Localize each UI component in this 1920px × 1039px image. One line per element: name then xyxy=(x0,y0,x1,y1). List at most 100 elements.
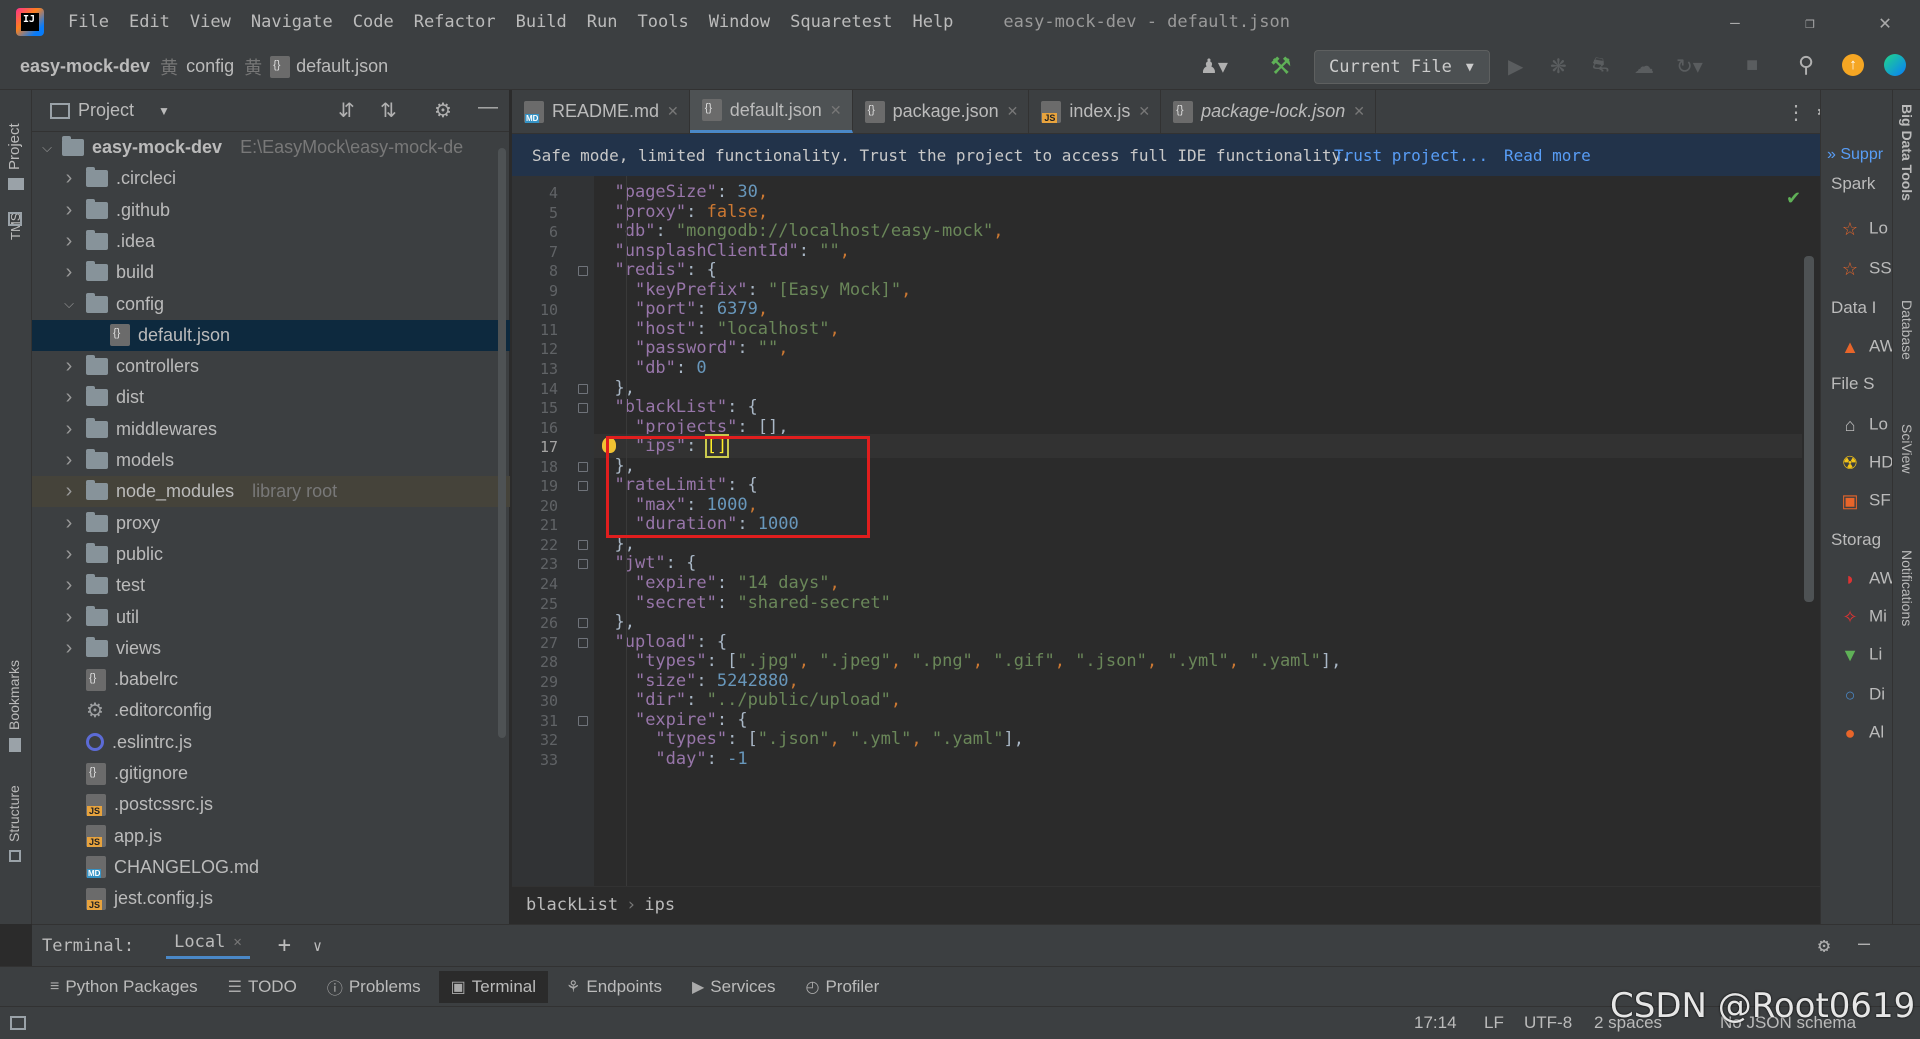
debug-icon[interactable]: ❋ xyxy=(1550,54,1567,79)
chevron-right-icon[interactable]: › xyxy=(62,167,76,190)
breadcrumb-ips[interactable]: ips xyxy=(644,895,675,915)
close-icon[interactable]: ✕ xyxy=(1850,0,1920,44)
notifications-button[interactable]: Notifications xyxy=(1899,550,1915,626)
chevron-right-icon[interactable]: › xyxy=(62,449,76,472)
tree-item-public[interactable]: › public xyxy=(32,539,510,570)
tool-window-problems[interactable]: ⓘ Problems xyxy=(327,975,421,999)
close-icon[interactable]: ✕ xyxy=(830,102,842,119)
collapse-all-icon[interactable]: ⇅ xyxy=(380,98,397,123)
menu-build[interactable]: Build xyxy=(516,12,567,32)
hide-panel-icon[interactable]: — xyxy=(1858,931,1870,955)
coverage-icon[interactable]: ⛐ xyxy=(1592,54,1609,79)
plus-icon[interactable]: + xyxy=(278,933,291,958)
menu-help[interactable]: Help xyxy=(912,12,953,32)
tool-window-python-packages[interactable]: ≡ Python Packages xyxy=(50,977,198,997)
chevron-right-icon[interactable]: › xyxy=(62,480,76,503)
expand-all-icon[interactable]: ⇵ xyxy=(338,98,355,123)
tool-window-profiler[interactable]: ◴ Profiler xyxy=(805,977,879,997)
tree-root[interactable]: ⌵ easy-mock-dev E:\EasyMock\easy-mock-de xyxy=(32,132,510,163)
minimize-icon[interactable]: — xyxy=(1700,0,1770,44)
close-icon[interactable]: ✕ xyxy=(1138,103,1150,120)
breadcrumb-project[interactable]: easy-mock-dev xyxy=(20,56,150,77)
breadcrumb-file[interactable]: default.json xyxy=(296,56,388,77)
tab-package-json[interactable]: package.json ✕ xyxy=(853,90,1030,133)
tree-item-proxy[interactable]: › proxy xyxy=(32,508,510,539)
tree-item-idea[interactable]: › .idea xyxy=(32,226,510,257)
tool-window-todo[interactable]: ☰ TODO xyxy=(228,977,297,997)
tree-item-models[interactable]: › models xyxy=(32,445,510,476)
more-run-icon[interactable]: ↻▾ xyxy=(1676,54,1703,79)
tree-item-dist[interactable]: › dist xyxy=(32,382,510,413)
search-icon[interactable]: ⚲ xyxy=(1798,52,1814,78)
tree-item-changelog[interactable]: CHANGELOG.md xyxy=(32,852,510,883)
database-button[interactable]: Database xyxy=(1899,300,1915,360)
terminal-tab-local[interactable]: Local ✕ xyxy=(166,932,250,959)
structure-tool-button[interactable]: Structure xyxy=(6,785,22,842)
chevron-right-icon[interactable]: › xyxy=(62,261,76,284)
big-data-item[interactable]: ● Al xyxy=(1839,722,1885,744)
chevron-down-icon[interactable]: ∨ xyxy=(313,937,322,955)
fold-marker-icon[interactable] xyxy=(578,403,588,414)
tree-item-postcssrc[interactable]: .postcssrc.js xyxy=(32,789,510,820)
fold-marker-icon[interactable] xyxy=(578,461,588,472)
project-scrollbar[interactable] xyxy=(498,148,506,738)
tree-item-eslintrc[interactable]: .eslintrc.js xyxy=(32,727,510,758)
tool-window-terminal[interactable]: ▣ Terminal xyxy=(438,970,549,1003)
run-configuration-select[interactable]: Current File ▼ xyxy=(1314,50,1490,84)
big-data-item[interactable]: ☢ HD xyxy=(1839,452,1892,474)
tool-window-services[interactable]: ▶ Services xyxy=(692,977,776,997)
editor-scrollbar[interactable] xyxy=(1804,256,1814,602)
bookmarks-tool-button[interactable]: Bookmarks xyxy=(6,660,22,730)
chevron-down-icon[interactable]: ▼ xyxy=(158,104,170,118)
chevron-right-icon[interactable]: › xyxy=(62,386,76,409)
fold-marker-icon[interactable] xyxy=(578,637,588,648)
big-data-item[interactable]: Storag xyxy=(1831,530,1881,550)
close-icon[interactable]: ✕ xyxy=(1007,103,1019,120)
tree-item-jest-config[interactable]: jest.config.js xyxy=(32,883,510,914)
chevron-right-icon[interactable]: › xyxy=(62,574,76,597)
more-tabs-icon[interactable]: ⋮ xyxy=(1786,100,1806,125)
chevron-right-icon[interactable]: › xyxy=(62,543,76,566)
tree-item-controllers[interactable]: › controllers xyxy=(32,351,510,382)
menu-squaretest[interactable]: Squaretest xyxy=(790,12,892,32)
tree-item-util[interactable]: › util xyxy=(32,602,510,633)
toolbox-icon[interactable] xyxy=(1884,54,1906,76)
update-icon[interactable]: ↑ xyxy=(1842,54,1864,76)
tree-item-test[interactable]: › test xyxy=(32,570,510,601)
tree-item-babelrc[interactable]: .babelrc xyxy=(32,664,510,695)
chevron-right-icon[interactable]: › xyxy=(62,355,76,378)
breadcrumb-config[interactable]: config xyxy=(186,56,234,77)
tab-index-js[interactable]: index.js ✕ xyxy=(1029,90,1162,133)
menu-window[interactable]: Window xyxy=(709,12,770,32)
profile-icon[interactable]: ☁ xyxy=(1634,54,1654,79)
tab-readme-md[interactable]: README.md ✕ xyxy=(512,90,690,133)
big-data-item[interactable]: ▣ SF xyxy=(1839,490,1890,512)
breadcrumb-blacklist[interactable]: blackList xyxy=(526,895,618,915)
gear-icon[interactable]: ⚙ xyxy=(1818,933,1830,957)
chevron-right-icon[interactable]: › xyxy=(62,512,76,535)
gear-icon[interactable]: ⚙ xyxy=(434,98,452,123)
tree-item-middlewares[interactable]: › middlewares xyxy=(32,414,510,445)
big-data-item[interactable]: ⌂ Lo xyxy=(1839,414,1888,436)
run-icon[interactable]: ▶ xyxy=(1508,54,1523,79)
caret-position[interactable]: 17:14 xyxy=(1414,1013,1457,1033)
project-panel-title[interactable]: Project xyxy=(78,100,134,121)
tree-item-circleci[interactable]: › .circleci xyxy=(32,163,510,194)
stop-icon[interactable]: ■ xyxy=(1746,54,1758,77)
tree-item-gitignore[interactable]: .gitignore xyxy=(32,758,510,789)
big-data-item[interactable]: ◗ AW xyxy=(1839,568,1892,590)
menu-file[interactable]: File xyxy=(68,12,109,32)
tab-package-lock-json[interactable]: package-lock.json ✕ xyxy=(1161,90,1376,133)
menu-edit[interactable]: Edit xyxy=(129,12,170,32)
close-icon[interactable]: ✕ xyxy=(233,934,241,950)
big-data-item[interactable]: ▲ AW xyxy=(1839,336,1892,358)
build-hammer-icon[interactable]: ⚒ xyxy=(1270,52,1292,81)
close-icon[interactable]: ✕ xyxy=(667,103,679,120)
tree-item-app-js[interactable]: app.js xyxy=(32,821,510,852)
toggle-panels-icon[interactable] xyxy=(10,1016,26,1030)
close-icon[interactable]: ✕ xyxy=(1353,103,1365,120)
tree-item-github[interactable]: › .github xyxy=(32,195,510,226)
fold-marker-icon[interactable] xyxy=(578,266,588,277)
tree-item-config[interactable]: ⌵ config xyxy=(32,289,510,320)
hide-panel-icon[interactable]: — xyxy=(478,96,498,119)
